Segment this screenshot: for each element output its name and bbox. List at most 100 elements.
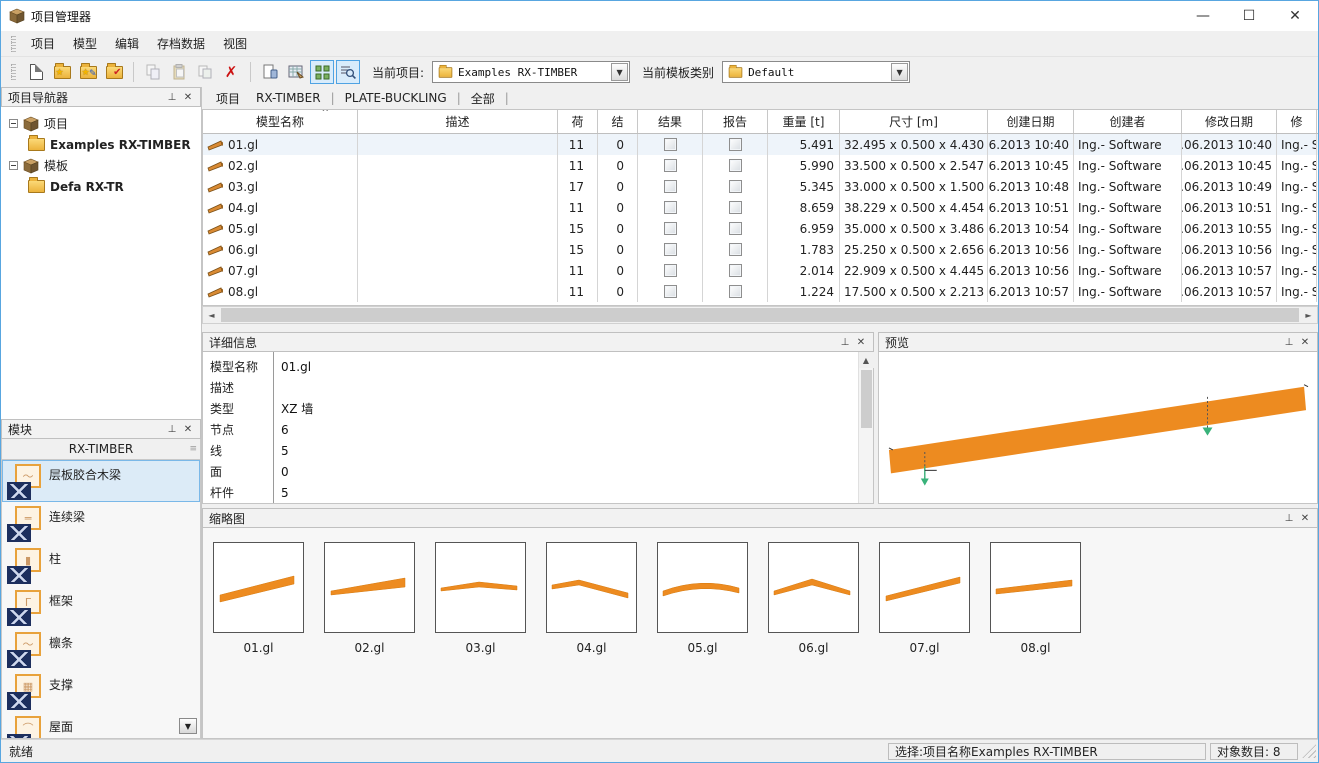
scroll-right-icon[interactable]: ►: [1300, 307, 1317, 323]
thumbnail-item-6[interactable]: 07.gl: [879, 542, 970, 738]
module-item-0[interactable]: 〜层板胶合木梁: [2, 460, 200, 502]
resize-grip[interactable]: [1302, 744, 1316, 758]
pin-icon[interactable]: ⊥: [164, 422, 180, 437]
new-model-button[interactable]: [24, 60, 48, 84]
group-menu-icon[interactable]: ≡: [189, 444, 197, 454]
module-scroll-down-button[interactable]: ▼: [179, 718, 197, 734]
report-checkbox[interactable]: [729, 138, 742, 151]
column-header-10[interactable]: 修改日期: [1182, 110, 1277, 133]
new-project-button[interactable]: ★: [50, 60, 74, 84]
table-row[interactable]: 05.gl1506.95935.000 x 0.500 x 3.4861.06.…: [203, 218, 1318, 239]
detail-preview-view-button[interactable]: [336, 60, 360, 84]
copy-button[interactable]: [141, 60, 165, 84]
scroll-up-icon[interactable]: ▲: [859, 352, 874, 368]
column-header-5[interactable]: 报告: [703, 110, 768, 133]
close-icon[interactable]: ✕: [180, 90, 196, 105]
menu-item-1[interactable]: 模型: [64, 34, 106, 54]
table-row[interactable]: 04.gl1108.65938.229 x 0.500 x 4.4541.06.…: [203, 197, 1318, 218]
results-checkbox[interactable]: [664, 264, 677, 277]
column-header-4[interactable]: 结果: [638, 110, 703, 133]
dropdown-arrow-icon[interactable]: ▼: [891, 63, 908, 81]
report-checkbox[interactable]: [729, 264, 742, 277]
column-header-6[interactable]: 重量 [t]: [768, 110, 840, 133]
tree-leaf-0-0[interactable]: Examples RX-TIMBER: [1, 134, 201, 155]
menu-item-4[interactable]: 视图: [214, 34, 256, 54]
thumbnail-view-button[interactable]: [310, 60, 334, 84]
column-header-0[interactable]: 模型名称^: [203, 110, 358, 133]
results-checkbox[interactable]: [664, 159, 677, 172]
results-checkbox[interactable]: [664, 243, 677, 256]
tab-项目[interactable]: 项目: [210, 88, 246, 109]
menu-item-2[interactable]: 编辑: [106, 34, 148, 54]
pin-icon[interactable]: ⊥: [1281, 511, 1297, 526]
menu-item-0[interactable]: 项目: [22, 34, 64, 54]
report-checkbox[interactable]: [729, 159, 742, 172]
thumbnail-item-4[interactable]: 05.gl: [657, 542, 748, 738]
set-current-project-button[interactable]: ✔: [102, 60, 126, 84]
report-checkbox[interactable]: [729, 285, 742, 298]
close-icon[interactable]: ✕: [1297, 335, 1313, 350]
preview-canvas[interactable]: [878, 352, 1318, 504]
thumbnail-item-1[interactable]: 02.gl: [324, 542, 415, 738]
results-checkbox[interactable]: [664, 285, 677, 298]
delete-button[interactable]: ✗: [219, 60, 243, 84]
collapse-expander-icon[interactable]: [9, 119, 18, 128]
pin-icon[interactable]: ⊥: [1281, 335, 1297, 350]
maximize-button[interactable]: ☐: [1226, 1, 1272, 31]
pin-icon[interactable]: ⊥: [164, 90, 180, 105]
paste-button[interactable]: [167, 60, 191, 84]
minimize-button[interactable]: —: [1180, 1, 1226, 31]
table-row[interactable]: 01.gl1105.49132.495 x 0.500 x 4.4301.06.…: [203, 134, 1318, 155]
module-item-4[interactable]: 〜檩条: [2, 628, 200, 670]
scroll-left-icon[interactable]: ◄: [203, 307, 220, 323]
column-header-2[interactable]: 荷: [558, 110, 598, 133]
column-header-11[interactable]: 修: [1277, 110, 1317, 133]
close-icon[interactable]: ✕: [853, 335, 869, 350]
column-header-3[interactable]: 结: [598, 110, 638, 133]
thumbnail-item-7[interactable]: 08.gl: [990, 542, 1081, 738]
module-item-6[interactable]: ⌒屋面: [2, 712, 200, 739]
menu-item-3[interactable]: 存档数据: [148, 34, 214, 54]
pin-icon[interactable]: ⊥: [837, 335, 853, 350]
menu-grip[interactable]: [11, 36, 16, 52]
module-item-2[interactable]: ▮柱: [2, 544, 200, 586]
module-item-3[interactable]: Γ框架: [2, 586, 200, 628]
column-header-1[interactable]: 描述: [358, 110, 558, 133]
table-row[interactable]: 06.gl1501.78325.250 x 0.500 x 2.6561.06.…: [203, 239, 1318, 260]
module-item-1[interactable]: ═连续梁: [2, 502, 200, 544]
tab-rx-timber[interactable]: RX-TIMBER: [250, 89, 327, 107]
results-checkbox[interactable]: [664, 201, 677, 214]
results-checkbox[interactable]: [664, 222, 677, 235]
open-project-button[interactable]: ★✎: [76, 60, 100, 84]
report-checkbox[interactable]: [729, 180, 742, 193]
tree-node-1[interactable]: 模板: [1, 155, 201, 176]
report-checkbox[interactable]: [729, 201, 742, 214]
results-checkbox[interactable]: [664, 180, 677, 193]
column-header-8[interactable]: 创建日期: [988, 110, 1074, 133]
module-item-5[interactable]: ▦支撑: [2, 670, 200, 712]
template-category-combobox[interactable]: Default ▼: [722, 61, 910, 83]
dropdown-arrow-icon[interactable]: ▼: [611, 63, 628, 81]
rename-button[interactable]: [258, 60, 282, 84]
close-button[interactable]: ✕: [1272, 1, 1318, 31]
table-row[interactable]: 08.gl1101.22417.500 x 0.500 x 2.2131.06.…: [203, 281, 1318, 302]
details-vertical-scrollbar[interactable]: ▲: [858, 352, 873, 503]
tree-leaf-1-0[interactable]: Defa RX-TR: [1, 176, 201, 197]
tab-plate-buckling[interactable]: PLATE-BUCKLING: [339, 89, 453, 107]
table-row[interactable]: 07.gl1102.01422.909 x 0.500 x 4.4451.06.…: [203, 260, 1318, 281]
report-checkbox[interactable]: [729, 222, 742, 235]
close-icon[interactable]: ✕: [180, 422, 196, 437]
column-header-9[interactable]: 创建者: [1074, 110, 1182, 133]
table-row[interactable]: 02.gl1105.99033.500 x 0.500 x 2.5471.06.…: [203, 155, 1318, 176]
thumbnail-item-3[interactable]: 04.gl: [546, 542, 637, 738]
close-icon[interactable]: ✕: [1297, 511, 1313, 526]
copy-special-button[interactable]: [193, 60, 217, 84]
thumbnail-item-2[interactable]: 03.gl: [435, 542, 526, 738]
column-header-7[interactable]: 尺寸 [m]: [840, 110, 988, 133]
scrollbar-thumb[interactable]: [221, 308, 1299, 322]
archive-button[interactable]: [284, 60, 308, 84]
table-horizontal-scrollbar[interactable]: ◄ ►: [202, 306, 1318, 324]
collapse-expander-icon[interactable]: [9, 161, 18, 170]
report-checkbox[interactable]: [729, 243, 742, 256]
thumbnail-item-5[interactable]: 06.gl: [768, 542, 859, 738]
